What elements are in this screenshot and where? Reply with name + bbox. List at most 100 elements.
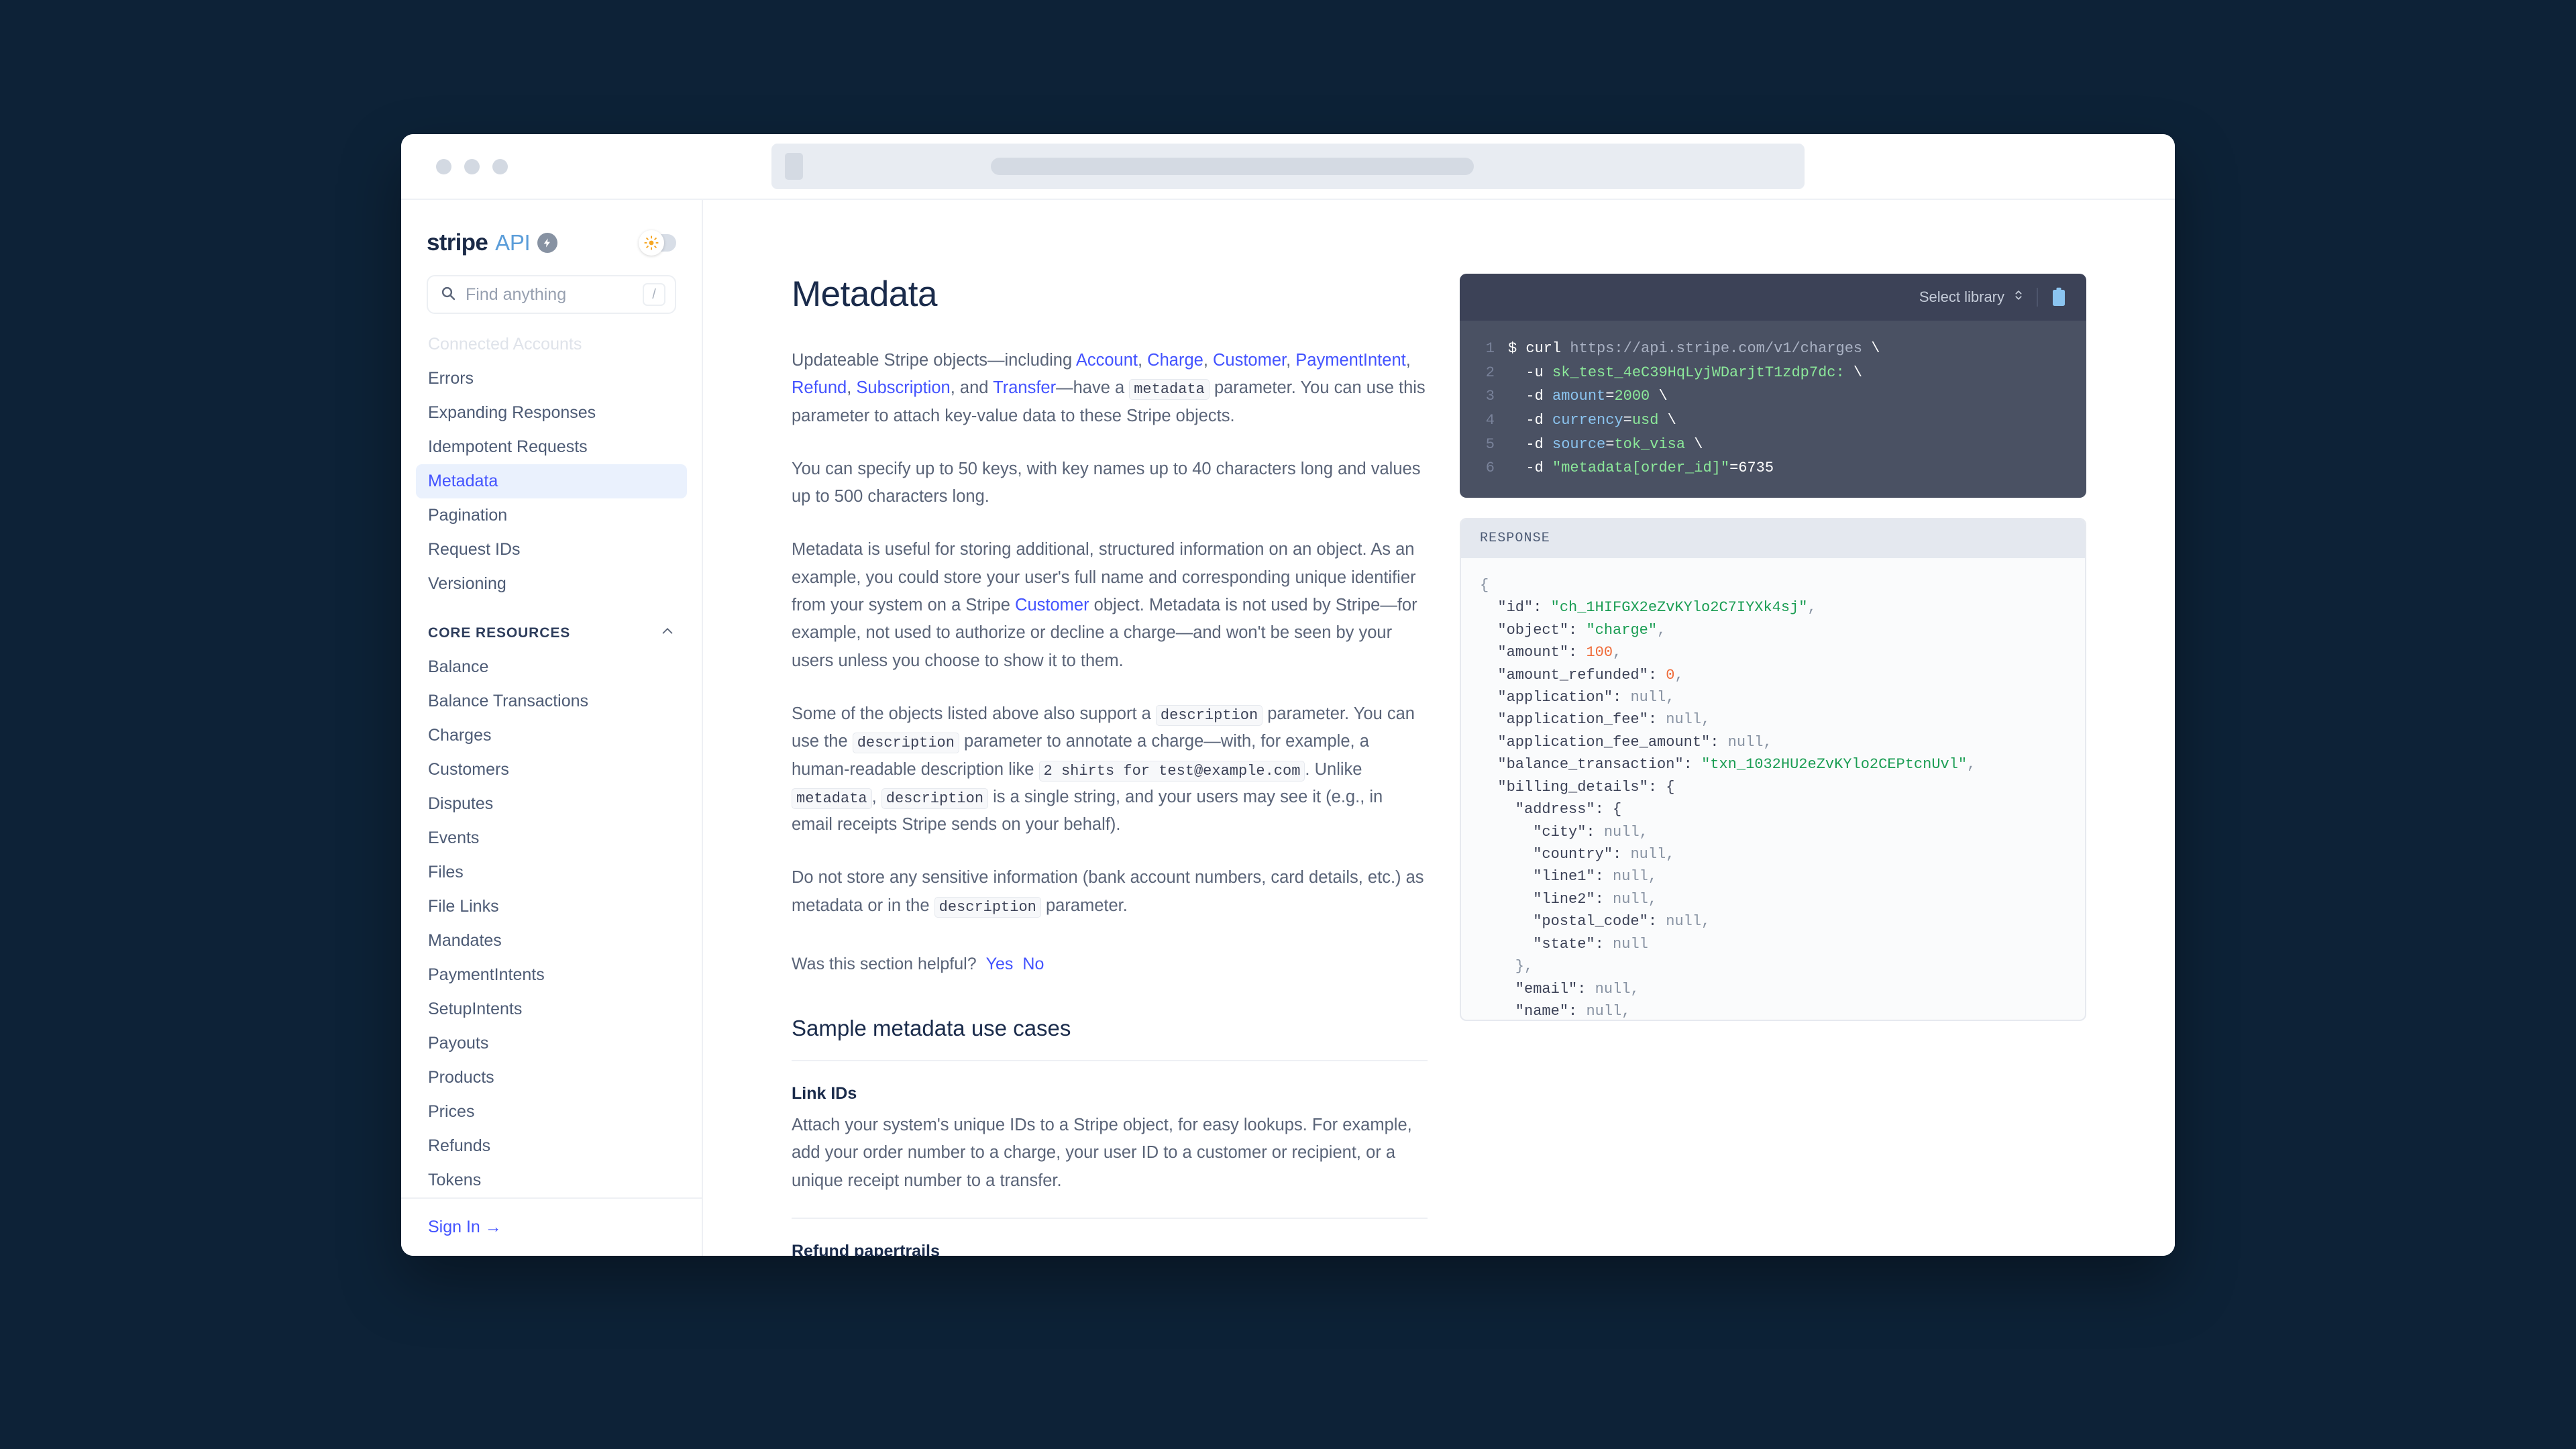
description-paragraph: Some of the objects listed above also su… (792, 700, 1428, 839)
code-text: -d currency=usd \ (1508, 409, 1676, 433)
json-line: "amount": 100, (1480, 641, 2066, 663)
code-line: 3 -d amount=2000 \ (1460, 384, 2086, 409)
code-line: 1$ curl https://api.stripe.com/v1/charge… (1460, 337, 2086, 361)
sidebar-item-disputes[interactable]: Disputes (416, 787, 687, 821)
nav-section-core-resources[interactable]: CORE RESOURCES (416, 601, 687, 650)
sidebar-item-payouts[interactable]: Payouts (416, 1026, 687, 1061)
inline-code: 2 shirts for test@example.com (1039, 761, 1305, 782)
response-json[interactable]: { "id": "ch_1HIFGX2eZvKYlo2C7IYXk4sj", "… (1461, 558, 2085, 1021)
line-number: 5 (1460, 433, 1508, 457)
sidebar-item-errors[interactable]: Errors (416, 362, 687, 396)
select-library-dropdown[interactable]: Select library (1919, 288, 2025, 307)
sidebar-item-mandates[interactable]: Mandates (416, 924, 687, 958)
line-number: 3 (1460, 384, 1508, 409)
json-line: { (1480, 574, 2066, 596)
inline-link[interactable]: Refund (792, 378, 847, 397)
json-line: "city": null, (1480, 821, 2066, 843)
theme-toggle[interactable] (641, 234, 676, 252)
sidebar-item-pagination[interactable]: Pagination (416, 498, 687, 533)
inline-code: description (881, 788, 988, 809)
sidebar-item-files[interactable]: Files (416, 855, 687, 890)
browser-chrome (401, 134, 2175, 199)
line-number: 2 (1460, 361, 1508, 385)
minimize-window-button[interactable] (464, 159, 480, 174)
window-controls (436, 159, 508, 174)
sidebar-item-balance[interactable]: Balance (416, 650, 687, 684)
sidebar-item-connected-accounts[interactable]: Connected Accounts (416, 327, 687, 362)
nav-top-group: Connected AccountsErrorsExpanding Respon… (416, 327, 687, 601)
sidebar-item-setupintents[interactable]: SetupIntents (416, 992, 687, 1026)
feedback-yes-button[interactable]: Yes (986, 955, 1014, 974)
inline-code: description (934, 897, 1041, 918)
code-text: -d "metadata[order_id]"=6735 (1508, 456, 1774, 480)
response-block: RESPONSE { "id": "ch_1HIFGX2eZvKYlo2C7IY… (1460, 518, 2086, 1021)
sidebar-item-expanding-responses[interactable]: Expanding Responses (416, 396, 687, 430)
code-toolbar: Select library (1460, 274, 2086, 321)
sidebar-item-charges[interactable]: Charges (416, 718, 687, 753)
toolbar-divider (2037, 288, 2038, 307)
json-line: "line2": null, (1480, 888, 2066, 910)
nav-section-label: CORE RESOURCES (428, 625, 570, 641)
json-line: "address": { (1480, 798, 2066, 820)
code-line: 2 -u sk_test_4eC39HqLyjWDarjtT1zdp7dc: \ (1460, 361, 2086, 385)
inline-link[interactable]: Transfer (993, 378, 1056, 397)
inline-link[interactable]: Account (1076, 351, 1138, 370)
sensitive-info-paragraph: Do not store any sensitive information (… (792, 864, 1428, 920)
sidebar-item-products[interactable]: Products (416, 1061, 687, 1095)
json-line: "name": null, (1480, 1000, 2066, 1021)
json-line: "object": "charge", (1480, 619, 2066, 641)
favicon-placeholder (785, 153, 803, 180)
search-shortcut-hint: / (643, 283, 665, 306)
sidebar-item-prices[interactable]: Prices (416, 1095, 687, 1129)
inline-code: description (1156, 705, 1263, 726)
doc-prose: Metadata Updateable Stripe objects—inclu… (703, 274, 1441, 1256)
sidebar-item-refunds[interactable]: Refunds (416, 1129, 687, 1163)
sidebar-item-events[interactable]: Events (416, 821, 687, 855)
code-line: 5 -d source=tok_visa \ (1460, 433, 2086, 457)
address-bar[interactable] (771, 144, 1805, 189)
feedback-no-button[interactable]: No (1022, 955, 1044, 974)
sidebar-item-request-ids[interactable]: Request IDs (416, 533, 687, 567)
inline-code: description (853, 733, 959, 753)
inline-link[interactable]: Customer (1015, 596, 1089, 614)
sign-in-link[interactable]: Sign In → (428, 1218, 502, 1236)
code-line: 6 -d "metadata[order_id]"=6735 (1460, 456, 2086, 480)
json-line: "application_fee_amount": null, (1480, 731, 2066, 753)
chevron-updown-icon (2012, 288, 2025, 307)
sidebar-item-versioning[interactable]: Versioning (416, 567, 687, 601)
clipboard-icon[interactable] (2050, 287, 2068, 307)
sidebar-item-file-links[interactable]: File Links (416, 890, 687, 924)
sidebar-item-paymentintents[interactable]: PaymentIntents (416, 958, 687, 992)
sidebar-item-balance-transactions[interactable]: Balance Transactions (416, 684, 687, 718)
inline-link[interactable]: PaymentIntent (1295, 351, 1405, 370)
search-input[interactable]: Find anything / (427, 275, 676, 314)
brand-logo[interactable]: stripe API (427, 229, 557, 256)
search-placeholder: Find anything (466, 285, 633, 305)
line-number: 4 (1460, 409, 1508, 433)
sidebar-item-tokens[interactable]: Tokens (416, 1163, 687, 1197)
inline-link[interactable]: Charge (1147, 351, 1203, 370)
inline-code: metadata (792, 788, 872, 809)
sidebar-nav: Connected AccountsErrorsExpanding Respon… (401, 314, 702, 1197)
use-case-list: Link IDsAttach your system's unique IDs … (792, 1061, 1441, 1256)
main-content: Metadata Updateable Stripe objects—inclu… (703, 200, 2175, 1256)
inline-link[interactable]: Customer (1213, 351, 1286, 370)
json-line: "amount_refunded": 0, (1480, 664, 2066, 686)
search-icon (440, 285, 456, 305)
json-line: "id": "ch_1HIFGX2eZvKYlo2C7IYXk4sj", (1480, 596, 2066, 619)
feedback-question: Was this section helpful? (792, 955, 977, 974)
app-body: stripe API (401, 200, 2175, 1256)
close-window-button[interactable] (436, 159, 451, 174)
curl-command[interactable]: 1$ curl https://api.stripe.com/v1/charge… (1460, 321, 2086, 498)
request-code-block: Select library 1$ curl https://api.strip… (1460, 274, 2086, 498)
maximize-window-button[interactable] (492, 159, 508, 174)
json-line: "postal_code": null, (1480, 910, 2066, 932)
inline-link[interactable]: Subscription (856, 378, 950, 397)
sidebar-item-idempotent-requests[interactable]: Idempotent Requests (416, 430, 687, 464)
sidebar-item-metadata[interactable]: Metadata (416, 464, 687, 498)
use-case-item: Refund papertrailsStore information abou… (792, 1219, 1441, 1256)
code-column: Select library 1$ curl https://api.strip… (1441, 274, 2175, 1256)
inline-code: metadata (1129, 379, 1210, 400)
nav-core-group: BalanceBalance TransactionsChargesCustom… (416, 650, 687, 1197)
sidebar-item-customers[interactable]: Customers (416, 753, 687, 787)
